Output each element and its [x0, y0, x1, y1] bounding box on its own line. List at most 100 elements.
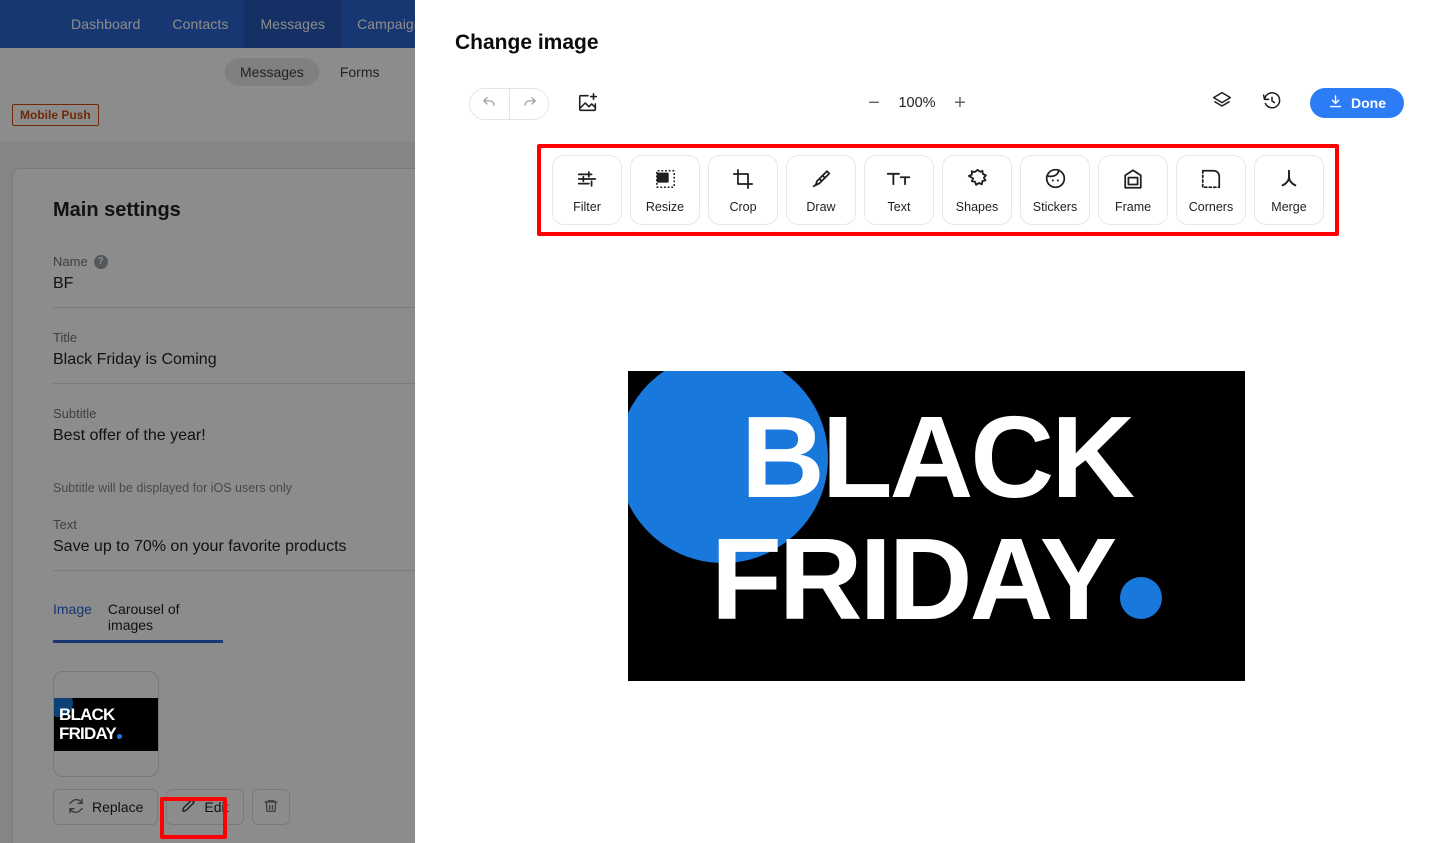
- thumbnail-line2-text: FRIDAY: [59, 724, 117, 743]
- editor-top-right-actions: Done: [1210, 88, 1404, 118]
- done-button[interactable]: Done: [1310, 88, 1404, 118]
- editor-canvas-image[interactable]: BLACK FRIDAY: [628, 371, 1245, 681]
- tab-image[interactable]: Image: [53, 601, 92, 643]
- nav-item-contacts[interactable]: Contacts: [156, 0, 244, 48]
- subnav-item-messages[interactable]: Messages: [225, 58, 319, 86]
- tool-filter[interactable]: Filter: [552, 155, 622, 225]
- done-label: Done: [1351, 95, 1386, 111]
- page-title: Main settings: [53, 199, 181, 221]
- field-title: Title Black Friday is Coming: [53, 330, 415, 384]
- resize-image-icon: [654, 167, 677, 191]
- delete-button[interactable]: [251, 789, 290, 825]
- field-label-text2: Text: [53, 517, 77, 532]
- editor-top-toolbar: − 100% + Done: [415, 88, 1436, 132]
- tool-shapes[interactable]: Shapes: [942, 155, 1012, 225]
- tool-label-merge: Merge: [1271, 199, 1307, 214]
- field-value-name[interactable]: BF: [53, 275, 415, 299]
- draw-pencil-icon: [810, 167, 832, 191]
- corners-icon: [1200, 167, 1222, 191]
- zoom-controls: − 100% +: [863, 92, 971, 114]
- tool-draw[interactable]: Draw: [786, 155, 856, 225]
- tool-crop[interactable]: Crop: [708, 155, 778, 225]
- field-value-title[interactable]: Black Friday is Coming: [53, 351, 415, 375]
- help-icon[interactable]: ?: [93, 254, 108, 269]
- replace-icon: [68, 798, 84, 817]
- canvas-line1: BLACK: [741, 392, 1135, 522]
- canvas-line2-text: FRIDAY: [710, 514, 1117, 644]
- thumbnail-preview: BLACK FRIDAY: [54, 697, 158, 751]
- tool-label-crop: Crop: [729, 199, 757, 214]
- redo-button[interactable]: [509, 89, 548, 119]
- field-label-subtitle: Subtitle: [53, 406, 97, 421]
- zoom-out-button[interactable]: −: [863, 92, 885, 114]
- top-navigation: Dashboard Contacts Messages Campaigns: [0, 0, 415, 48]
- add-image-button[interactable]: [575, 92, 601, 118]
- tool-label-text: Text: [887, 199, 911, 214]
- tool-label-resize: Resize: [645, 199, 685, 214]
- image-actions: Replace Edit: [53, 789, 415, 825]
- shapes-star-icon: [966, 167, 989, 191]
- tool-stickers[interactable]: Stickers: [1020, 155, 1090, 225]
- layers-icon: [1212, 91, 1232, 116]
- main-settings-card: Main settings Name ? BF Title Black Frid…: [12, 168, 415, 843]
- nav-item-campaigns[interactable]: Campaigns: [341, 0, 415, 48]
- stickers-face-icon: [1044, 167, 1067, 191]
- sub-navigation: Messages Forms Saved: [0, 48, 415, 96]
- tool-text[interactable]: Text: [864, 155, 934, 225]
- change-image-modal: Change image − 100% + Done Filter Resize…: [415, 0, 1436, 843]
- trash-icon: [263, 798, 279, 817]
- replace-button[interactable]: Replace: [53, 789, 159, 825]
- subnav-item-forms[interactable]: Forms: [325, 58, 395, 86]
- nav-item-dashboard[interactable]: Dashboard: [55, 0, 156, 48]
- undo-button[interactable]: [470, 89, 509, 119]
- add-image-icon: [577, 92, 599, 119]
- tab-underline: [53, 640, 223, 643]
- layers-button[interactable]: [1210, 91, 1234, 115]
- tab-carousel-of-images[interactable]: Carousel of images: [108, 601, 223, 643]
- nav-item-messages[interactable]: Messages: [244, 0, 342, 48]
- filter-sliders-icon: [576, 167, 598, 191]
- tool-frame[interactable]: Frame: [1098, 155, 1168, 225]
- merge-icon: [1278, 167, 1300, 191]
- field-subtitle: Subtitle Best offer of the year!: [53, 406, 415, 459]
- thumbnail-line2: FRIDAY: [54, 724, 122, 743]
- field-label-name: Name ?: [53, 254, 415, 269]
- tool-merge[interactable]: Merge: [1254, 155, 1324, 225]
- field-label-text: Name: [53, 254, 88, 269]
- tool-palette-highlight: Filter Resize Crop Draw Text Shapes Stic…: [537, 144, 1339, 236]
- undo-redo-group: [469, 88, 549, 120]
- image-thumbnail[interactable]: BLACK FRIDAY: [53, 671, 159, 777]
- tool-label-corners: Corners: [1188, 199, 1234, 214]
- tool-label-stickers: Stickers: [1032, 199, 1078, 214]
- zoom-in-button[interactable]: +: [949, 92, 971, 114]
- screen: Dashboard Contacts Messages Campaigns Me…: [0, 0, 1436, 843]
- field-value-text[interactable]: Save up to 70% on your favorite products: [53, 538, 415, 562]
- replace-label: Replace: [92, 799, 144, 815]
- background-app: Dashboard Contacts Messages Campaigns Me…: [0, 0, 415, 843]
- thumbnail-dot-icon: [116, 734, 122, 739]
- field-label-title: Title: [53, 330, 78, 345]
- subnav-item-saved[interactable]: Saved: [400, 58, 415, 86]
- canvas-dot-icon: [1120, 577, 1163, 619]
- badge-row: Mobile Push: [0, 96, 415, 142]
- field-hint-subtitle: Subtitle will be displayed for iOS users…: [53, 481, 293, 495]
- canvas-line2: FRIDAY: [628, 521, 1245, 637]
- history-icon: [1262, 91, 1282, 116]
- tool-label-shapes: Shapes: [955, 199, 999, 214]
- tool-label-filter: Filter: [573, 199, 601, 214]
- edit-button-highlight: [160, 797, 227, 839]
- thumbnail-line1: BLACK: [59, 705, 115, 724]
- redo-icon: [522, 94, 537, 114]
- tool-resize[interactable]: Resize: [630, 155, 700, 225]
- frame-icon: [1122, 167, 1144, 191]
- field-value-subtitle[interactable]: Best offer of the year!: [53, 427, 415, 451]
- field-text: Text Save up to 70% on your favorite pro…: [53, 517, 415, 571]
- tool-corners[interactable]: Corners: [1176, 155, 1246, 225]
- text-tt-icon: [886, 167, 912, 191]
- field-name: Name ? BF: [53, 254, 415, 308]
- download-icon: [1328, 94, 1343, 112]
- image-type-tabs: Image Carousel of images: [53, 601, 223, 643]
- history-button[interactable]: [1260, 91, 1284, 115]
- undo-icon: [482, 94, 497, 114]
- modal-title: Change image: [455, 31, 599, 54]
